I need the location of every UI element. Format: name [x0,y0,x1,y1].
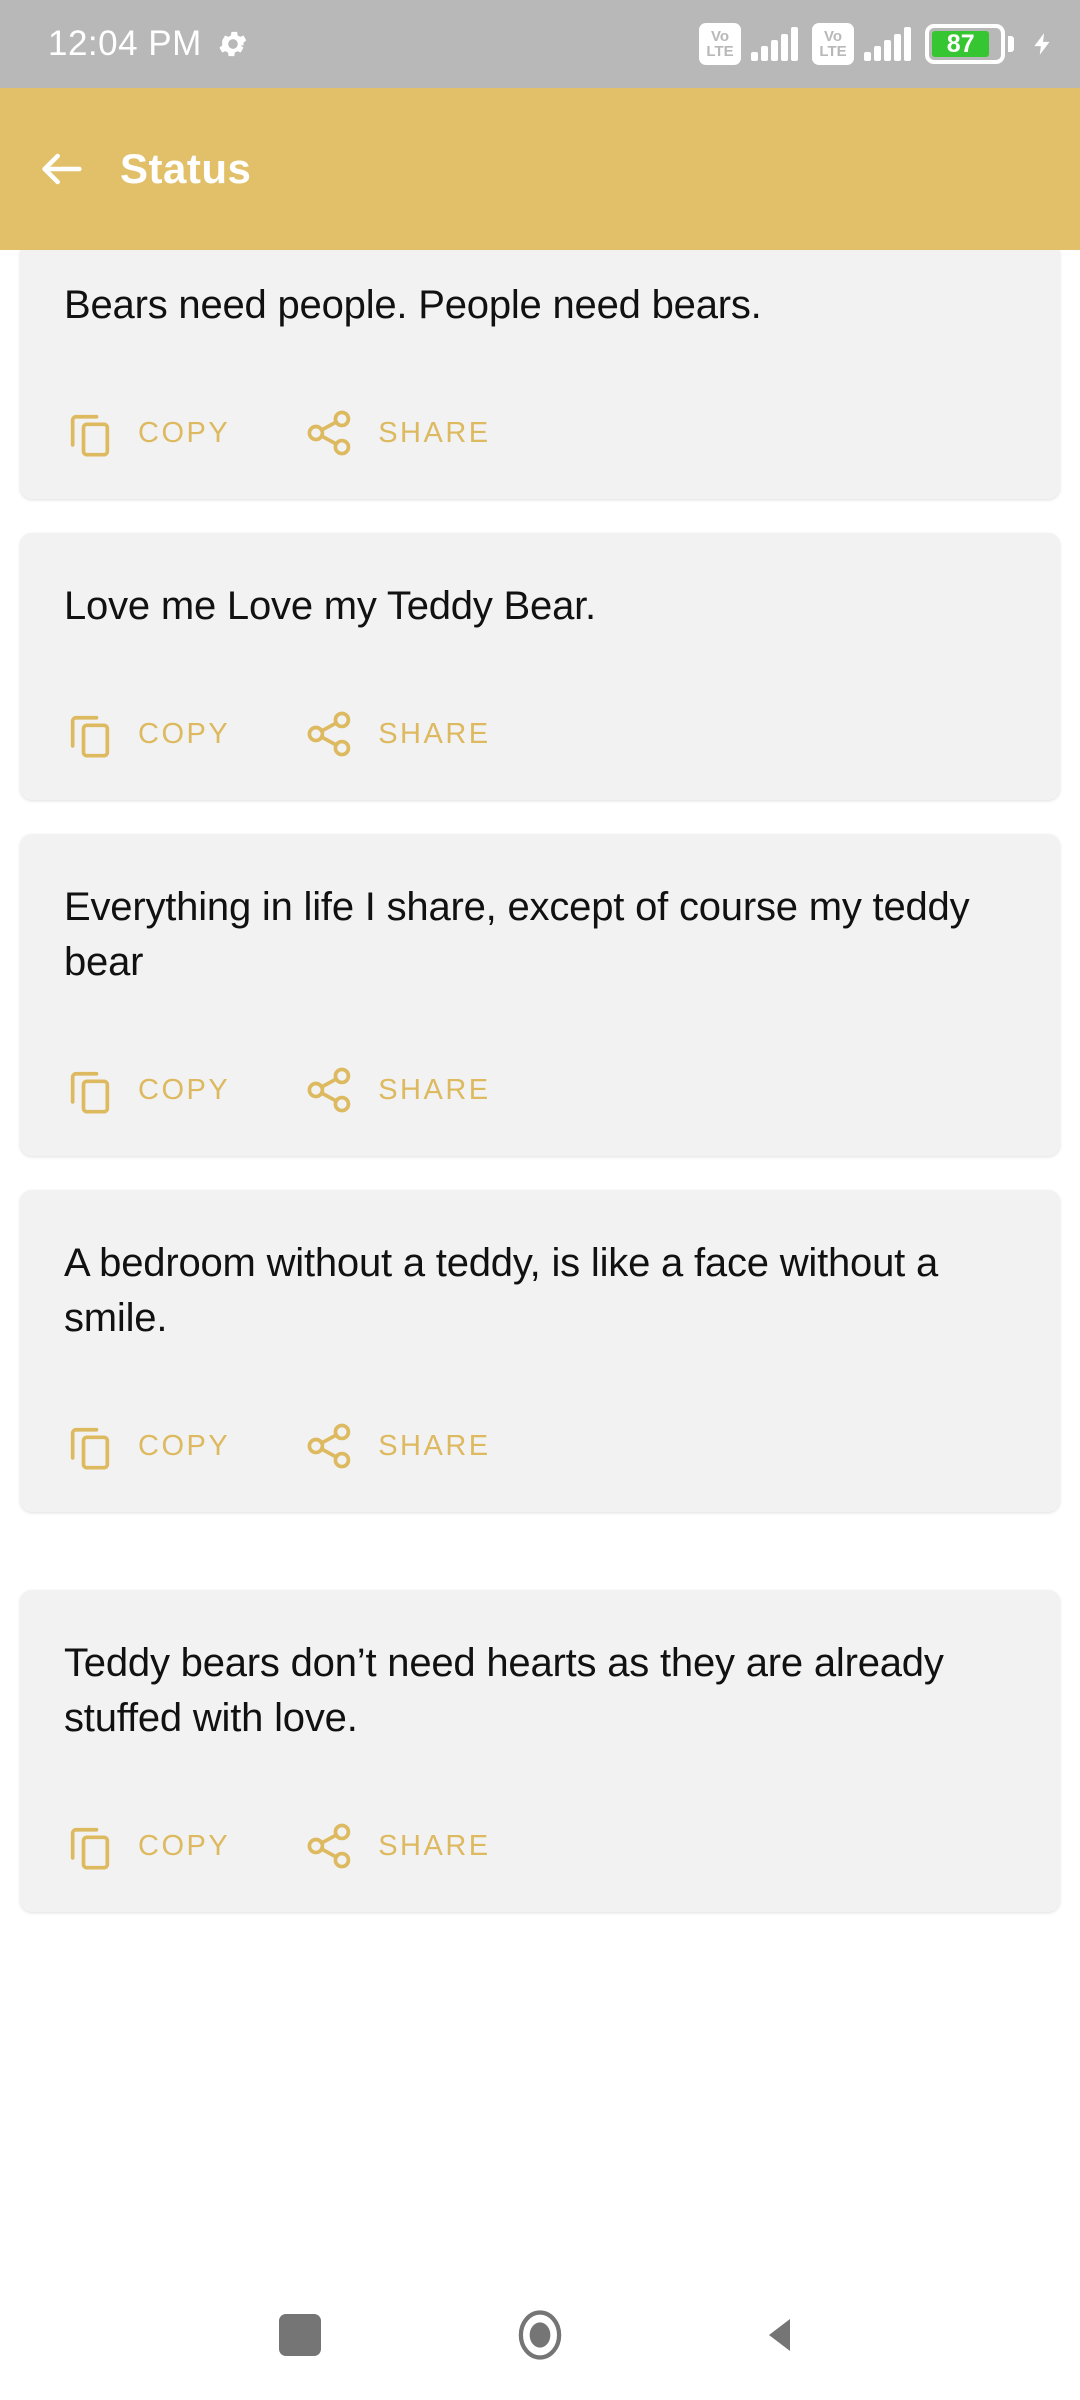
status-list-scroll[interactable]: Bears need people. People need bears. CO… [0,250,1080,2270]
copy-button[interactable]: COPY [64,1820,230,1872]
back-button[interactable] [748,2303,812,2367]
copy-label: COPY [138,1829,231,1862]
arrow-left-icon[interactable] [36,143,88,195]
phone-screen: 12:04 PM Vo LTE Vo LTE 87 Status Bears n… [0,0,1080,2400]
status-bar-left: 12:04 PM [48,24,250,64]
battery-body: 87 [925,24,1005,64]
copy-label: COPY [138,416,231,449]
share-icon [304,1420,356,1472]
status-quote-text: Teddy bears don’t need hearts as they ar… [64,1641,944,1740]
share-icon [304,1064,356,1116]
copy-icon [64,1420,116,1472]
volte-sim1-line1: Vo [710,28,730,45]
status-card[interactable]: Bears need people. People need bears. CO… [20,250,1060,499]
volte-sim2-line2: LTE [819,43,847,60]
volte-sim2-icon: Vo LTE [812,23,854,65]
status-card[interactable]: Teddy bears don’t need hearts as they ar… [20,1590,1060,1912]
copy-icon [64,708,116,760]
share-icon [304,407,356,459]
status-bar-right: Vo LTE Vo LTE 87 [699,23,1056,65]
gear-icon [216,27,250,61]
copy-button[interactable]: COPY [64,1064,230,1116]
share-icon [304,708,356,760]
recents-button[interactable] [268,2303,332,2367]
status-card[interactable]: Love me Love my Teddy Bear. COPY SHARE [20,533,1060,800]
card-actions: COPY SHARE [64,407,1016,459]
share-label: SHARE [378,1829,491,1862]
status-card[interactable]: Everything in life I share, except of co… [20,834,1060,1156]
card-actions: COPY SHARE [64,708,1016,760]
share-label: SHARE [378,1073,491,1106]
status-quote-text: Love me Love my Teddy Bear. [64,584,596,628]
share-label: SHARE [378,1429,491,1462]
status-quote-text: Bears need people. People need bears. [64,283,762,327]
status-quote-text: A bedroom without a teddy, is like a fac… [64,1241,938,1340]
share-label: SHARE [378,416,491,449]
status-quote-text: Everything in life I share, except of co… [64,885,970,984]
copy-label: COPY [138,1429,231,1462]
copy-icon [64,1820,116,1872]
share-button[interactable]: SHARE [304,1064,490,1116]
copy-label: COPY [138,717,231,750]
home-button[interactable] [508,2303,572,2367]
share-button[interactable]: SHARE [304,407,490,459]
status-card[interactable]: A bedroom without a teddy, is like a fac… [20,1190,1060,1512]
android-navigation-bar [0,2270,1080,2400]
share-icon [304,1820,356,1872]
copy-button[interactable]: COPY [64,1420,230,1472]
signal-sim2-icon [864,27,911,61]
copy-button[interactable]: COPY [64,407,230,459]
share-label: SHARE [378,717,491,750]
copy-button[interactable]: COPY [64,708,230,760]
share-button[interactable]: SHARE [304,1420,490,1472]
back-triangle-icon [756,2311,804,2359]
status-bar: 12:04 PM Vo LTE Vo LTE 87 [0,0,1080,88]
home-circle-icon [513,2308,567,2362]
status-card-list: Bears need people. People need bears. CO… [0,250,1080,1946]
volte-sim2-line1: Vo [823,28,843,45]
card-actions: COPY SHARE [64,1420,1016,1472]
card-actions: COPY SHARE [64,1820,1016,1872]
share-button[interactable]: SHARE [304,1820,490,1872]
copy-icon [64,407,116,459]
volte-sim1-line2: LTE [706,43,734,60]
status-bar-clock: 12:04 PM [48,24,202,63]
battery-cap [1008,36,1014,52]
copy-label: COPY [138,1073,231,1106]
volte-sim1-icon: Vo LTE [699,23,741,65]
card-actions: COPY SHARE [64,1064,1016,1116]
battery-icon: 87 [925,24,1014,64]
share-button[interactable]: SHARE [304,708,490,760]
recents-square-icon [279,2314,321,2356]
page-title: Status [120,145,252,192]
battery-level-label: 87 [932,30,990,58]
copy-icon [64,1064,116,1116]
signal-sim1-icon [751,27,798,61]
app-bar: Status [0,88,1080,250]
charging-bolt-icon [1030,26,1056,62]
